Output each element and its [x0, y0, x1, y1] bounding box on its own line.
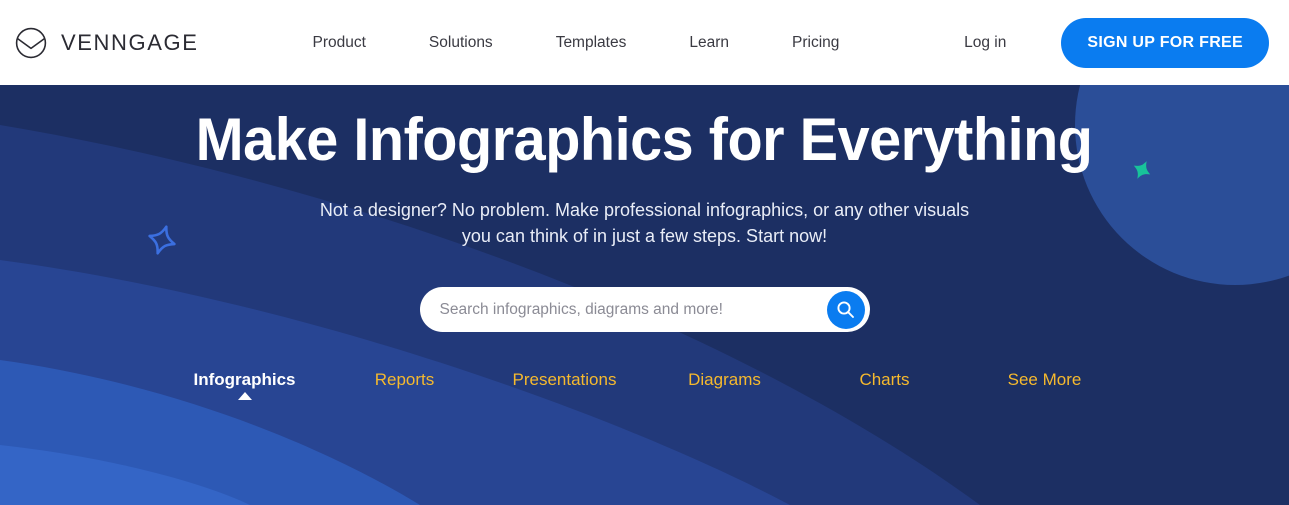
category-link-presentations[interactable]: Presentations — [485, 370, 645, 400]
nav-item-templates[interactable]: Templates — [556, 26, 627, 60]
search-icon — [837, 301, 854, 319]
category-links: Infographics Reports Presentations Diagr… — [0, 370, 1289, 401]
category-link-charts[interactable]: Charts — [805, 370, 965, 400]
search-button[interactable] — [826, 290, 865, 329]
nav-item-pricing[interactable]: Pricing — [792, 26, 839, 60]
active-indicator-caret — [237, 392, 252, 401]
category-link-infographics[interactable]: Infographics — [165, 370, 325, 401]
hero-subheadline: Not a designer? No problem. Make profess… — [320, 197, 969, 249]
brand-name: VENNGAGE — [61, 29, 199, 55]
category-link-diagrams[interactable]: Diagrams — [645, 370, 805, 400]
category-link-reports[interactable]: Reports — [325, 370, 485, 400]
nav-item-learn[interactable]: Learn — [689, 26, 729, 60]
nav-item-solutions[interactable]: Solutions — [429, 26, 493, 60]
venngage-logo-icon — [15, 27, 47, 58]
brand-logo[interactable]: VENNGAGE — [14, 26, 199, 60]
login-link[interactable]: Log in — [964, 34, 1006, 52]
search-bar[interactable] — [419, 287, 870, 333]
category-label: Infographics — [193, 370, 296, 390]
sign-up-button[interactable]: SIGN UP FOR FREE — [1061, 17, 1269, 68]
hero-section: Make Infographics for Everything Not a d… — [0, 85, 1289, 505]
site-header: VENNGAGE Product Solutions Templates Lea… — [0, 0, 1289, 85]
hero-subheadline-line-2: you can think of in just a few steps. St… — [461, 226, 828, 247]
main-navigation: Product Solutions Templates Learn Pricin… — [313, 26, 840, 60]
header-actions: Log in SIGN UP FOR FREE — [964, 17, 1269, 68]
hero-subheadline-line-1: Not a designer? No problem. Make profess… — [319, 200, 970, 220]
hero-headline: Make Infographics for Everything — [196, 106, 1093, 173]
search-input[interactable] — [439, 287, 827, 333]
nav-item-product[interactable]: Product — [313, 26, 366, 60]
category-link-see-more[interactable]: See More — [965, 370, 1125, 400]
